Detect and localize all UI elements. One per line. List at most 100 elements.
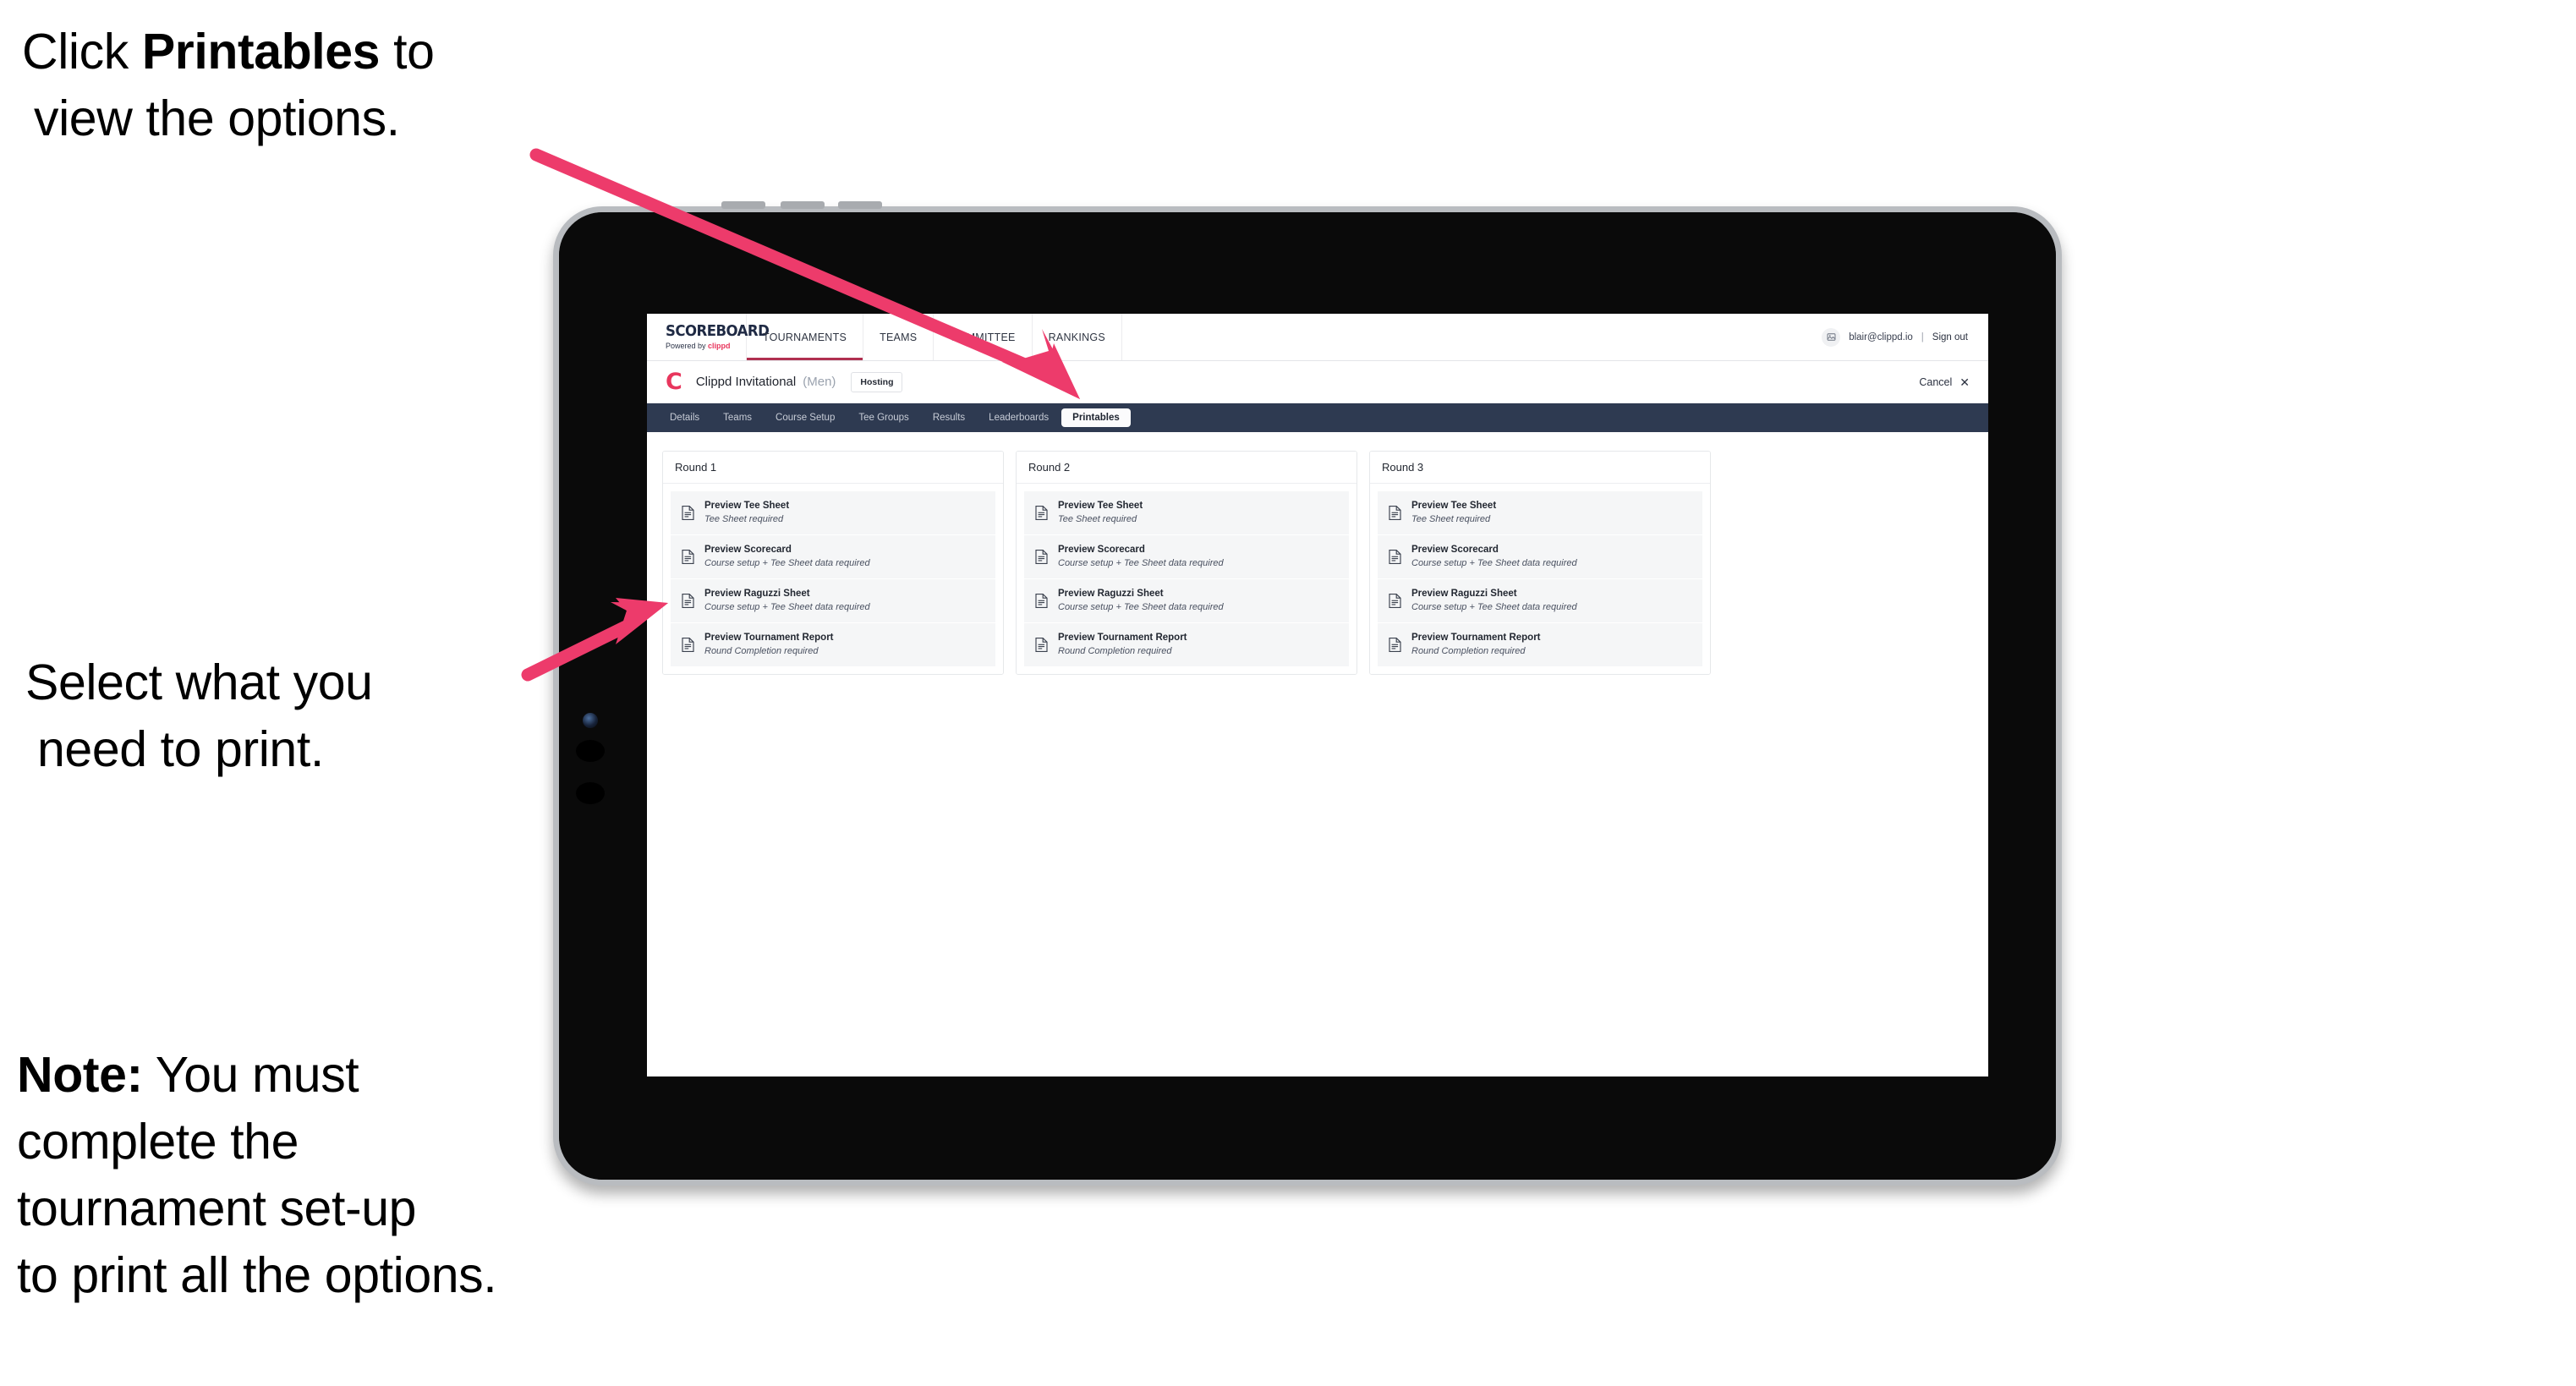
brand-powered-prefix: Powered by — [666, 342, 709, 350]
page-root: Click Printables to view the options. Se… — [0, 0, 2576, 1386]
sensor-dot-icon-1 — [576, 740, 605, 762]
printable-text: Preview Raguzzi Sheet Course setup + Tee… — [1058, 589, 1224, 613]
annotation-click-line2: view the options. — [34, 90, 400, 147]
tab-course-setup[interactable]: Course Setup — [765, 408, 846, 427]
round-header-1: Round 1 — [663, 452, 1003, 484]
topnav-spacer — [1122, 314, 1822, 360]
volume-key-3 — [838, 201, 882, 209]
sensor-dot-icon-2 — [576, 782, 605, 804]
annotation-click-pre: Click — [22, 24, 142, 79]
round-column-1: Round 1 Preview Tee Sheet Tee Sheet requ… — [662, 451, 1004, 675]
printable-requirement: Course setup + Tee Sheet data required — [1058, 601, 1224, 612]
printable-requirement: Round Completion required — [1411, 645, 1526, 656]
printable-title: Preview Scorecard — [704, 544, 792, 555]
printable-text: Preview Tee Sheet Tee Sheet required — [704, 501, 789, 525]
printable-requirement: Course setup + Tee Sheet data required — [704, 557, 870, 568]
cancel-button[interactable]: Cancel ✕ — [1919, 376, 1970, 388]
tab-teams[interactable]: Teams — [712, 408, 763, 427]
clippd-logo-icon: C — [666, 369, 682, 395]
topnav-item-tournaments[interactable]: TOURNAMENTS — [747, 314, 864, 360]
volume-key-1 — [721, 201, 765, 209]
printable-title: Preview Tee Sheet — [1058, 501, 1143, 511]
scoreboard-logo: SCOREBOARD Powered by clippd — [647, 314, 770, 360]
document-icon — [1388, 637, 1402, 653]
document-icon — [1034, 505, 1049, 521]
printable-title: Preview Tournament Report — [1411, 632, 1541, 643]
document-icon — [1034, 637, 1049, 653]
tab-details[interactable]: Details — [659, 408, 710, 427]
round-column-3: Round 3 Preview Tee Sheet Tee Sheet requ… — [1369, 451, 1711, 675]
tab-tee-groups[interactable]: Tee Groups — [847, 408, 919, 427]
document-icon — [1034, 549, 1049, 565]
tab-leaderboards[interactable]: Leaderboards — [978, 408, 1060, 427]
brand-clippd: clippd — [708, 342, 731, 350]
printable-title: Preview Raguzzi Sheet — [704, 588, 810, 599]
printable-title: Preview Scorecard — [1058, 544, 1145, 555]
printable-text: Preview Tournament Report Round Completi… — [1411, 633, 1541, 657]
document-icon — [681, 593, 695, 609]
printable-title: Preview Tee Sheet — [704, 501, 790, 511]
printable-requirement: Round Completion required — [1058, 645, 1172, 656]
printable-text: Preview Scorecard Course setup + Tee She… — [1058, 545, 1224, 569]
tournament-gender: (Men) — [803, 375, 836, 389]
printable-item-raguzzi-sheet-r2[interactable]: Preview Raguzzi Sheet Course setup + Tee… — [1024, 578, 1349, 623]
topnav-item-rankings[interactable]: RANKINGS — [1033, 314, 1122, 360]
user-image-icon[interactable] — [1822, 327, 1841, 347]
document-icon — [681, 505, 695, 521]
printable-item-tee-sheet-r1[interactable]: Preview Tee Sheet Tee Sheet required — [671, 491, 995, 535]
topnav-item-committee[interactable]: COMMITTEE — [934, 314, 1033, 360]
printable-item-raguzzi-sheet-r1[interactable]: Preview Raguzzi Sheet Course setup + Tee… — [671, 578, 995, 623]
document-icon — [1388, 593, 1402, 609]
topnav-label-teams: TEAMS — [880, 331, 918, 343]
annotation-click-printables: Click Printables to view the options. — [22, 19, 580, 152]
topnav-item-teams[interactable]: TEAMS — [863, 314, 934, 360]
printable-item-tee-sheet-r2[interactable]: Preview Tee Sheet Tee Sheet required — [1024, 491, 1349, 535]
document-icon — [1388, 505, 1402, 521]
printable-item-scorecard-r3[interactable]: Preview Scorecard Course setup + Tee She… — [1378, 534, 1702, 579]
tournament-title-bar: C Clippd Invitational (Men) Hosting Canc… — [647, 361, 1988, 403]
printable-item-scorecard-r2[interactable]: Preview Scorecard Course setup + Tee She… — [1024, 534, 1349, 579]
annotation-note-line3: tournament set-up — [17, 1181, 417, 1237]
printable-text: Preview Scorecard Course setup + Tee She… — [1411, 545, 1577, 569]
top-navigation-bar: SCOREBOARD Powered by clippd TOURNAMENTS… — [647, 314, 1988, 361]
user-separator: | — [1921, 331, 1924, 342]
annotation-note-bold: Note: — [17, 1047, 143, 1103]
printable-requirement: Tee Sheet required — [1411, 513, 1491, 524]
round-body-3: Preview Tee Sheet Tee Sheet required Pre… — [1370, 484, 1710, 674]
printable-text: Preview Tournament Report Round Completi… — [704, 633, 834, 657]
printable-text: Preview Tee Sheet Tee Sheet required — [1058, 501, 1143, 525]
tab-printables[interactable]: Printables — [1061, 408, 1131, 427]
rounds-grid: Round 1 Preview Tee Sheet Tee Sheet requ… — [647, 432, 1988, 693]
round-column-2: Round 2 Preview Tee Sheet Tee Sheet requ… — [1016, 451, 1357, 675]
printable-text: Preview Scorecard Course setup + Tee She… — [704, 545, 870, 569]
brand-subtitle: Powered by clippd — [666, 342, 746, 350]
printable-requirement: Round Completion required — [704, 645, 819, 656]
hosting-status-badge: Hosting — [851, 371, 903, 392]
printable-item-raguzzi-sheet-r3[interactable]: Preview Raguzzi Sheet Course setup + Tee… — [1378, 578, 1702, 623]
printable-item-tee-sheet-r3[interactable]: Preview Tee Sheet Tee Sheet required — [1378, 491, 1702, 535]
printable-title: Preview Raguzzi Sheet — [1058, 588, 1164, 599]
round-header-2: Round 2 — [1017, 452, 1357, 484]
printable-item-tournament-report-r2[interactable]: Preview Tournament Report Round Completi… — [1024, 622, 1349, 666]
printable-requirement: Course setup + Tee Sheet data required — [704, 601, 870, 612]
sign-out-link[interactable]: Sign out — [1932, 332, 1968, 342]
camera-icon — [583, 713, 598, 728]
topnav-label-committee: COMMITTEE — [950, 331, 1016, 343]
document-icon — [1388, 549, 1402, 565]
volume-key-2 — [781, 201, 825, 209]
tablet-bezel: SCOREBOARD Powered by clippd TOURNAMENTS… — [559, 212, 2056, 1180]
printable-title: Preview Raguzzi Sheet — [1411, 588, 1517, 599]
annotation-select-print: Select what you need to print. — [25, 649, 567, 783]
annotation-select-line1: Select what you — [25, 655, 373, 710]
tab-results[interactable]: Results — [922, 408, 976, 427]
printable-item-tournament-report-r3[interactable]: Preview Tournament Report Round Completi… — [1378, 622, 1702, 666]
close-icon: ✕ — [1959, 375, 1970, 389]
user-menu: blair@clippd.io | Sign out — [1822, 314, 1988, 360]
printable-text: Preview Raguzzi Sheet Course setup + Tee… — [704, 589, 870, 613]
printable-requirement: Tee Sheet required — [704, 513, 784, 524]
printable-item-scorecard-r1[interactable]: Preview Scorecard Course setup + Tee She… — [671, 534, 995, 579]
printable-text: Preview Tee Sheet Tee Sheet required — [1411, 501, 1496, 525]
printable-item-tournament-report-r1[interactable]: Preview Tournament Report Round Completi… — [671, 622, 995, 666]
round-body-2: Preview Tee Sheet Tee Sheet required Pre… — [1017, 484, 1357, 674]
document-icon — [681, 549, 695, 565]
